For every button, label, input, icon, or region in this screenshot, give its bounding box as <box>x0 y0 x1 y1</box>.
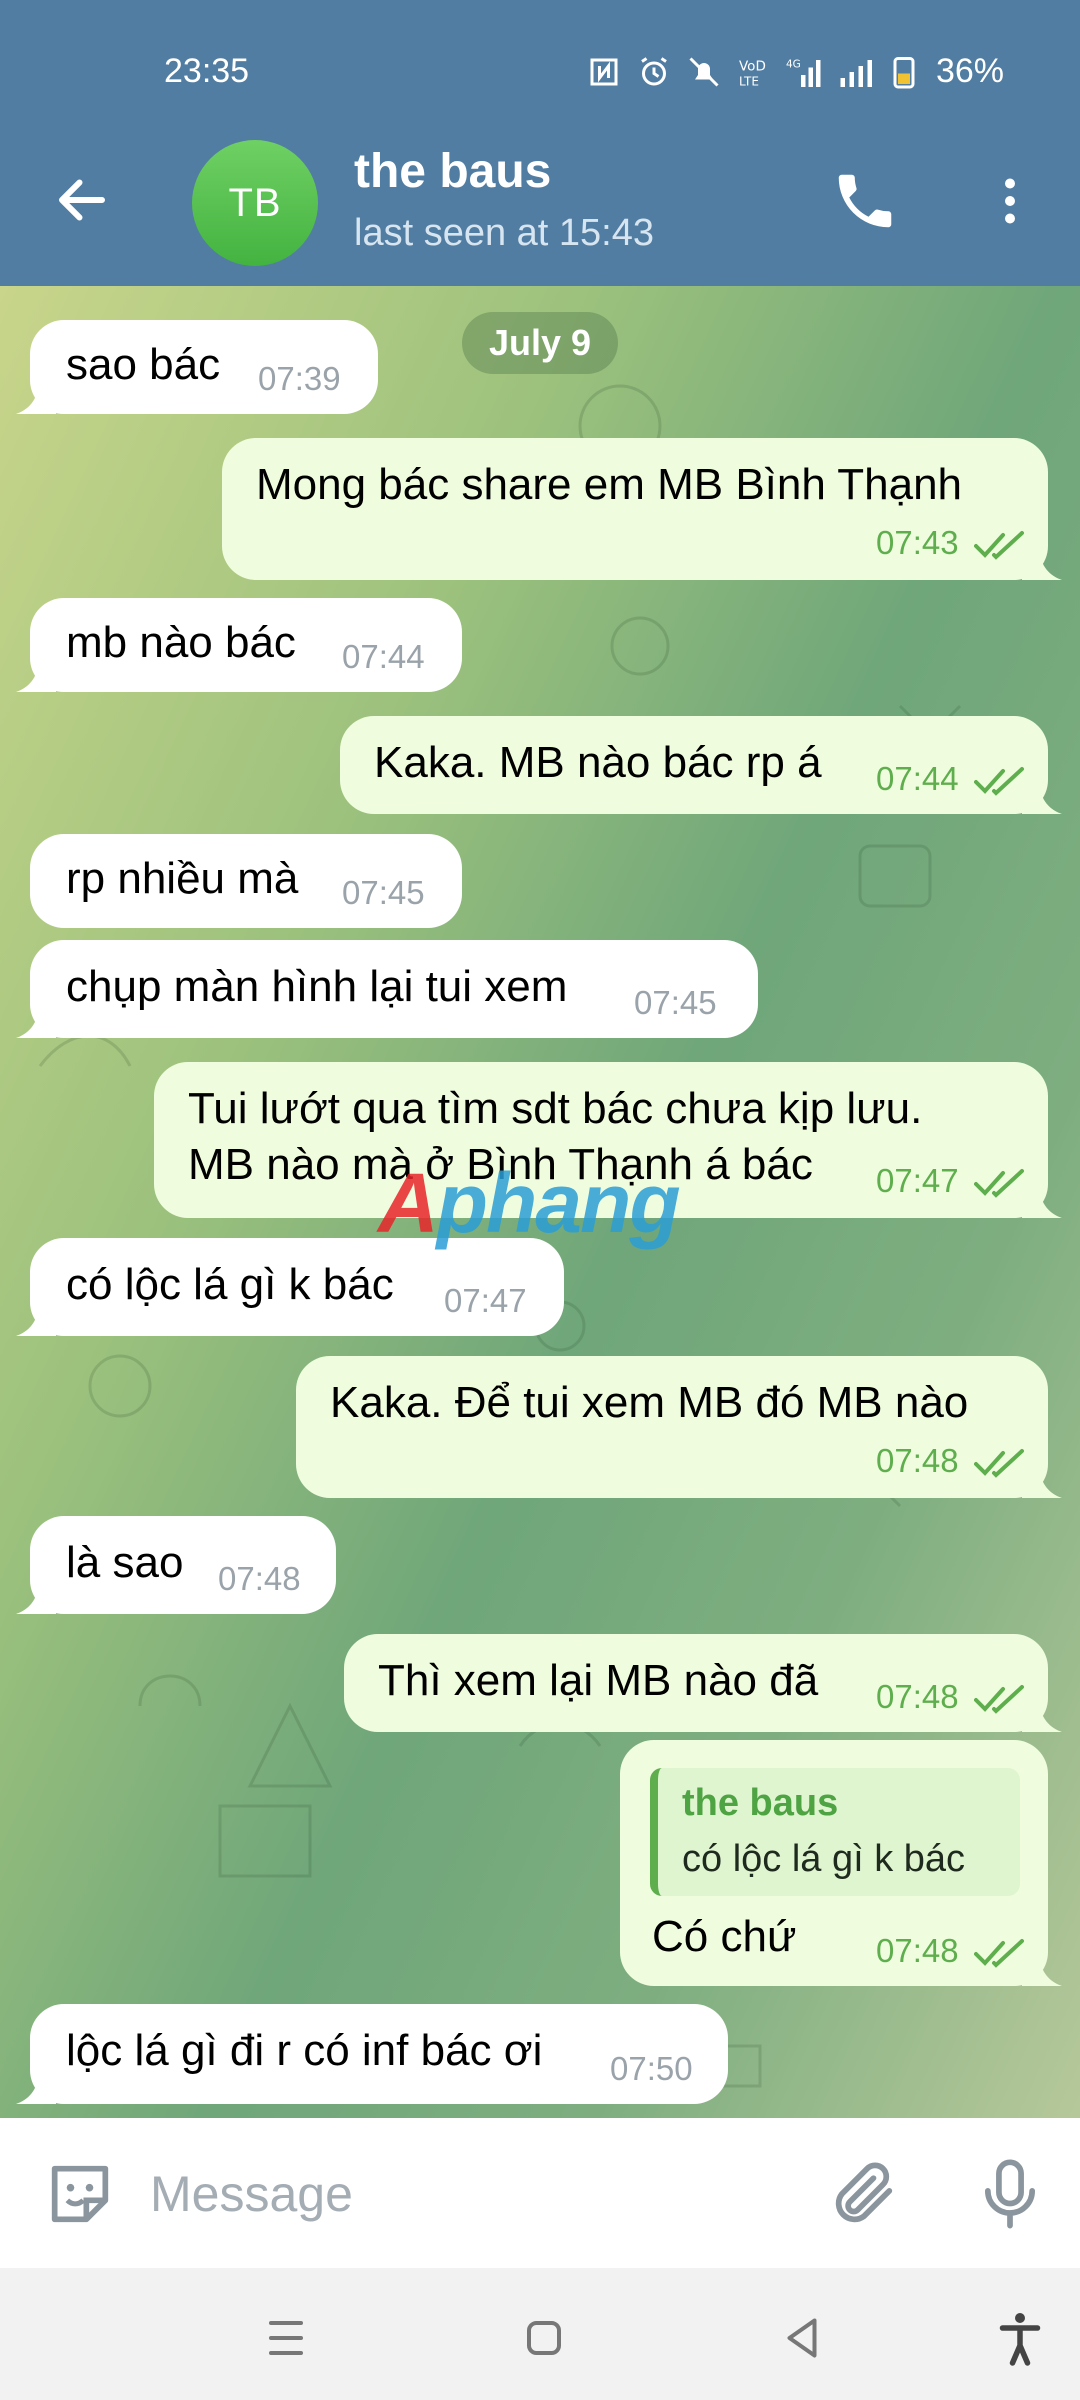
bubble-tail <box>1022 778 1062 814</box>
last-seen-status: last seen at 15:43 <box>354 212 654 254</box>
message-time: 07:45 <box>634 984 717 1021</box>
more-vertical-icon[interactable] <box>980 166 1040 236</box>
message-incoming[interactable]: sao bác 07:39 <box>16 320 378 414</box>
avatar-initials: TB <box>228 180 282 225</box>
back-arrow-icon[interactable] <box>52 170 112 230</box>
status-icons: VoD LTE 4G 36% <box>586 52 1004 91</box>
svg-text:VoD: VoD <box>739 58 766 74</box>
message-text-line1: Tui lướt qua tìm sdt bác chưa kịp lưu. <box>188 1084 923 1133</box>
message-time: 07:47 <box>876 1162 959 1199</box>
message-time: 07:44 <box>342 638 425 675</box>
home-icon[interactable] <box>514 2308 574 2368</box>
message-input-bar <box>0 2118 1080 2268</box>
app-header: 23:35 VoD LTE 4G 36% TB the baus last see… <box>0 0 1080 286</box>
bubble-tail <box>1022 1950 1062 1986</box>
message-text: Thì xem lại MB nào đã <box>378 1656 819 1705</box>
chat-header: TB the baus last seen at 15:43 <box>0 130 1080 280</box>
message-time: 07:48 <box>218 1560 301 1597</box>
double-check-icon <box>974 767 1024 796</box>
message-outgoing[interactable]: Thì xem lại MB nào đã 07:48 <box>344 1634 1062 1732</box>
message-outgoing-reply[interactable]: the baus có lộc lá gì k bác Có chứ 07:48 <box>620 1740 1062 1986</box>
reply-text: có lộc lá gì k bác <box>682 1838 966 1880</box>
signal-4g-icon: 4G <box>786 58 821 87</box>
message-text: Kaka. MB nào bác rp á <box>374 738 822 787</box>
bubble-tail <box>1022 1462 1062 1498</box>
watermark-part2: phang <box>436 1156 681 1250</box>
system-nav-bar <box>0 2268 1080 2400</box>
volte-icon: VoDLTE <box>739 58 766 88</box>
svg-text:LTE: LTE <box>739 74 759 88</box>
bubble-tail <box>1022 1696 1062 1732</box>
accessibility-icon[interactable] <box>990 2308 1050 2368</box>
bubble-tail <box>16 378 56 414</box>
message-time: 07:48 <box>876 1442 959 1479</box>
message-incoming[interactable]: rp nhiều mà 07:45 <box>30 834 462 928</box>
message-outgoing[interactable]: Mong bác share em MB Bình Thạnh 07:43 <box>222 438 1062 580</box>
bubble-tail <box>1022 1182 1062 1218</box>
message-incoming[interactable]: có lộc lá gì k bác 07:47 <box>16 1238 564 1336</box>
message-time: 07:48 <box>876 1932 959 1969</box>
svg-text:4G: 4G <box>786 58 801 70</box>
message-text: Có chứ <box>652 1912 797 1961</box>
message-time: 07:45 <box>342 874 425 911</box>
message-time: 07:48 <box>876 1678 959 1715</box>
message-text: chụp màn hình lại tui xem <box>66 962 568 1011</box>
nfc-icon <box>590 58 618 85</box>
double-check-icon <box>974 531 1024 560</box>
message-incoming[interactable]: là sao 07:48 <box>16 1516 336 1614</box>
bubble-tail <box>16 1300 56 1336</box>
recent-apps-icon[interactable] <box>256 2308 316 2368</box>
double-check-icon <box>974 1685 1024 1714</box>
avatar[interactable]: TB <box>192 140 318 266</box>
bubble-tail <box>1022 544 1062 580</box>
double-check-icon <box>974 1169 1024 1198</box>
message-text: Mong bác share em MB Bình Thạnh <box>256 460 963 509</box>
message-text: có lộc lá gì k bác <box>66 1260 394 1309</box>
message-outgoing[interactable]: Kaka. Để tui xem MB đó MB nào 07:48 <box>296 1356 1062 1498</box>
message-input[interactable] <box>150 2154 790 2234</box>
microphone-icon[interactable] <box>972 2154 1048 2234</box>
reply-author: the baus <box>682 1782 839 1824</box>
date-separator: July 9 <box>462 312 618 374</box>
message-incoming[interactable]: chụp màn hình lại tui xem 07:45 <box>16 940 758 1038</box>
message-time: 07:50 <box>610 2050 693 2087</box>
bubble-tail <box>16 1002 56 1038</box>
mute-icon <box>689 56 719 87</box>
message-text: sao bác <box>66 340 221 389</box>
bubble-tail <box>16 656 56 692</box>
message-time: 07:47 <box>444 1282 527 1319</box>
message-text: mb nào bác <box>66 618 296 667</box>
bubble-tail <box>16 2068 56 2104</box>
battery-icon <box>893 56 915 88</box>
status-bar: 23:35 VoD LTE 4G 36% <box>0 48 1080 98</box>
double-check-icon <box>974 1449 1024 1478</box>
reply-quote[interactable]: the baus có lộc lá gì k bác <box>650 1768 1020 1896</box>
message-text: rp nhiều mà <box>66 854 299 903</box>
message-time: 07:43 <box>876 524 959 561</box>
message-text: Kaka. Để tui xem MB đó MB nào <box>330 1378 969 1427</box>
message-incoming[interactable]: lộc lá gì đi r có inf bác ơi 07:50 <box>16 2004 728 2104</box>
message-time: 07:44 <box>876 760 959 797</box>
message-time: 07:39 <box>258 360 341 397</box>
alarm-icon <box>641 56 667 85</box>
chat-title[interactable]: the baus <box>354 144 551 199</box>
message-text: lộc lá gì đi r có inf bác ơi <box>66 2026 543 2075</box>
attach-paperclip-icon[interactable] <box>826 2156 902 2232</box>
signal-icon <box>840 59 872 87</box>
message-text: là sao <box>66 1538 184 1587</box>
watermark-part1: A <box>378 1156 439 1250</box>
status-time: 23:35 <box>164 52 250 90</box>
double-check-icon <box>974 1939 1024 1968</box>
battery-percent: 36% <box>935 52 1004 90</box>
watermark-logo: Aphang <box>378 1155 681 1252</box>
bubble-tail <box>16 1578 56 1614</box>
phone-icon[interactable] <box>830 166 900 236</box>
message-incoming[interactable]: mb nào bác 07:44 <box>16 598 462 692</box>
sticker-emoji-icon[interactable] <box>42 2156 118 2232</box>
message-outgoing[interactable]: Kaka. MB nào bác rp á 07:44 <box>340 716 1062 814</box>
back-nav-icon[interactable] <box>772 2308 832 2368</box>
